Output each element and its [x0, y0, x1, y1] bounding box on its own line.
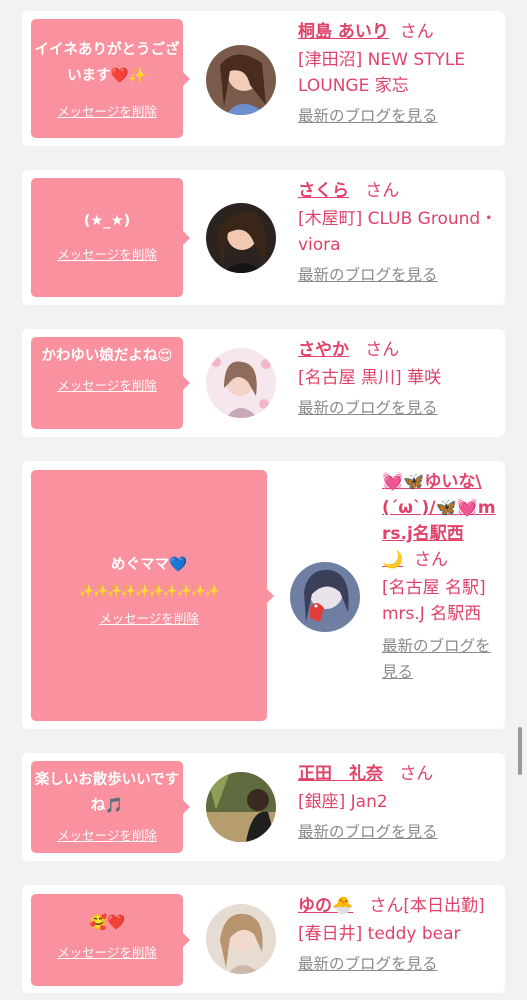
cast-name-link[interactable]: 桐島 あいり	[298, 22, 389, 42]
delete-message-link[interactable]: メッセージを削除	[31, 608, 267, 627]
cast-info: 正田 礼奈 さん [銀座] Jan2 最新のブログを見る	[298, 761, 498, 845]
message-bubble: めぐママ💙 ✨✨✨✨✨✨✨✨✨✨ メッセージを削除	[31, 470, 274, 721]
message-card: めぐママ💙 ✨✨✨✨✨✨✨✨✨✨ メッセージを削除 💓🦋ゆいな\(´ω`)/🦋💓…	[22, 461, 505, 729]
message-bubble: 楽しいお散歩いいですね🎵 メッセージを削除	[31, 761, 190, 853]
delete-message-link[interactable]: メッセージを削除	[31, 942, 183, 961]
message-card: イイネありがとうございます❤️✨ メッセージを削除 桐島 あいり さん [津田沼…	[22, 11, 505, 146]
shop-name: [名古屋 黒川] 華咲	[298, 368, 442, 388]
message-text: かわゆい娘だよね😍	[41, 348, 173, 364]
cast-info: さくら さん [木屋町] CLUB Ground・viora 最新のブログを見る	[298, 178, 498, 288]
latest-blog-link[interactable]: 最新のブログを見る	[298, 819, 498, 845]
latest-blog-link[interactable]: 最新のブログを見る	[298, 262, 498, 288]
message-card: (★_★) メッセージを削除 さくら さん [木屋町] CLUB Ground・…	[22, 170, 505, 305]
honorific: さん	[369, 896, 404, 916]
delete-message-link[interactable]: メッセージを削除	[31, 375, 183, 394]
delete-message-link[interactable]: メッセージを削除	[31, 101, 183, 120]
honorific: さん	[399, 22, 434, 42]
message-text: 🥰❤️	[88, 915, 126, 931]
avatar[interactable]	[206, 904, 276, 974]
message-text: イイネありがとうございます❤️✨	[34, 42, 180, 84]
avatar[interactable]	[206, 772, 276, 842]
cast-name-link[interactable]: ゆの🐣	[298, 896, 353, 916]
honorific: さん	[365, 181, 400, 201]
shop-name: [春日井] teddy bear	[298, 924, 461, 944]
shop-name: [名古屋 名駅] mrs.J 名駅西	[382, 578, 486, 624]
message-bubble: イイネありがとうございます❤️✨ メッセージを削除	[31, 19, 190, 138]
avatar[interactable]	[206, 348, 276, 418]
shop-name: [木屋町] CLUB Ground・viora	[298, 209, 498, 255]
honorific: さん	[399, 764, 434, 784]
latest-blog-link[interactable]: 最新のブログを見る	[298, 951, 498, 977]
message-bubble: 🥰❤️ メッセージを削除	[31, 894, 190, 986]
latest-blog-link[interactable]: 最新のブログを見る	[298, 395, 498, 421]
latest-blog-link[interactable]: 最新のブログを見る	[298, 103, 498, 129]
delete-message-link[interactable]: メッセージを削除	[31, 244, 183, 263]
message-sparkles: ✨✨✨✨✨✨✨✨✨✨	[79, 584, 219, 598]
honorific: さん	[413, 550, 448, 570]
message-text: 楽しいお散歩いいですね🎵	[34, 772, 180, 814]
honorific: さん	[365, 340, 400, 360]
message-card: 🥰❤️ メッセージを削除 ゆの🐣 さん[本日出勤] [春日井] teddy be…	[22, 885, 505, 993]
message-bubble: かわゆい娘だよね😍 メッセージを削除	[31, 337, 190, 429]
shop-name: [津田沼] NEW STYLE LOUNGE 家忘	[298, 50, 466, 96]
scrollbar[interactable]	[518, 727, 522, 775]
cast-name-link[interactable]: 正田 礼奈	[298, 764, 383, 784]
avatar[interactable]	[290, 562, 360, 632]
message-card: かわゆい娘だよね😍 メッセージを削除 さやか さん [名古屋 黒川] 華咲 最新…	[22, 329, 505, 437]
avatar[interactable]	[206, 45, 276, 115]
message-text: めぐママ💙	[110, 557, 188, 573]
cast-info: 💓🦋ゆいな\(´ω`)/🦋💓mrs.j名駅西🌙 さん [名古屋 名駅] mrs.…	[382, 469, 498, 685]
message-card: 楽しいお散歩いいですね🎵 メッセージを削除 正田 礼奈 さん [銀座] Jan2…	[22, 753, 505, 861]
shop-name: [銀座] Jan2	[298, 792, 388, 812]
delete-message-link[interactable]: メッセージを削除	[31, 825, 183, 844]
cast-info: 桐島 あいり さん [津田沼] NEW STYLE LOUNGE 家忘 最新のブ…	[298, 19, 498, 129]
latest-blog-link[interactable]: 最新のブログを見る	[382, 633, 498, 685]
message-text: (★_★)	[83, 213, 131, 229]
cast-name-link[interactable]: さくら	[298, 181, 349, 201]
cast-name-link[interactable]: さやか	[298, 340, 349, 360]
attendance-status: [本日出勤]	[403, 896, 485, 916]
cast-info: ゆの🐣 さん[本日出勤] [春日井] teddy bear 最新のブログを見る	[298, 893, 498, 977]
message-bubble: (★_★) メッセージを削除	[31, 178, 190, 297]
cast-info: さやか さん [名古屋 黒川] 華咲 最新のブログを見る	[298, 337, 498, 421]
avatar[interactable]	[206, 203, 276, 273]
